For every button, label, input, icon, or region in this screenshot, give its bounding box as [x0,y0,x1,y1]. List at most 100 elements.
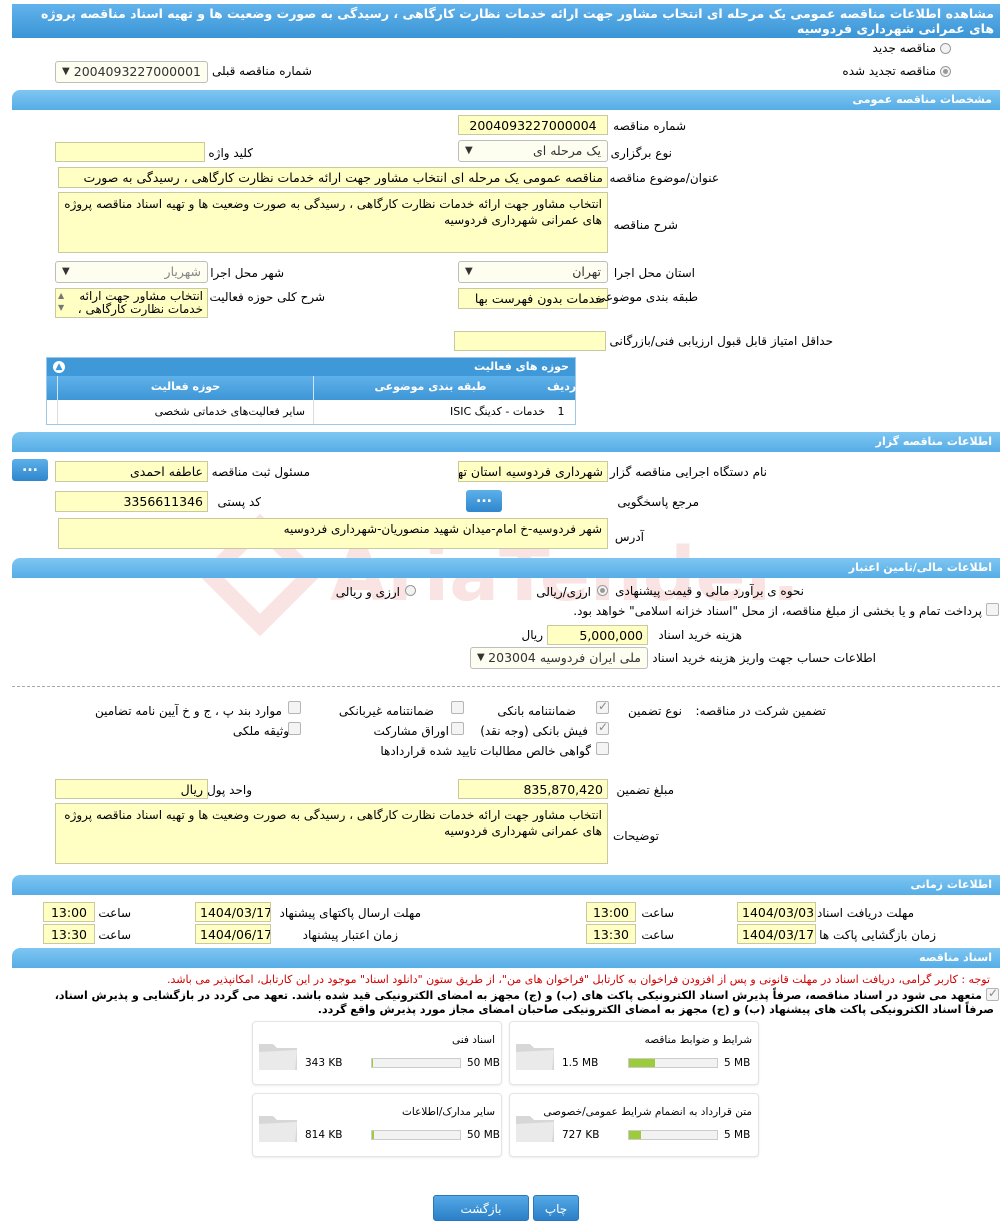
time-label-4: ساعت [98,928,131,942]
grid-cell-category: خدمات - کدینگ ISIC [313,400,547,424]
back-button[interactable]: بازگشت [433,1195,529,1221]
col-field: حوزه فعالیت [57,376,313,400]
section-documents-title: اسناد مناقصه [12,948,1000,968]
currency-field: ریال [55,779,208,799]
property-collateral-checkbox[interactable] [288,722,301,735]
bank-receipt-label: فیش بانکی (وجه نقد) [480,724,588,738]
grid-cell-field: سایر فعالیت‌های خدماتی شخصی [57,400,313,424]
keyword-field[interactable] [55,142,205,162]
doc-cost-field: 5,000,000 [547,625,648,645]
treasury-note: پرداخت تمام و یا بخشی از مبلغ مناقصه، از… [573,604,982,618]
account-select[interactable]: ▼ ملی ایران فردوسیه 203004 [470,647,648,669]
scroll-arrows-icon[interactable]: ▲ ▼ [58,290,64,314]
send-deadline-date: 1404/03/17 [195,902,271,922]
doc-card[interactable]: شرایط و ضوابط مناقصه 1.5 MB 5 MB [509,1021,759,1085]
treasury-checkbox[interactable] [986,603,999,616]
chevron-down-icon: ▼ [62,66,70,77]
participation-bonds-checkbox[interactable] [451,722,464,735]
items-bpjj-label: موارد بند پ ، ج و خ آیین نامه تضامین [94,704,282,718]
reference-label: مرجع پاسخگویی [617,495,699,509]
city-select[interactable]: ▼ شهریار [55,261,208,283]
activity-grid-title: حوزه های فعالیت ▲ [47,358,575,376]
postal-code-field: 3356611346 [55,491,208,512]
renewed-tender-label: مناقصه تجدید شده [842,64,936,78]
bank-receipt-checkbox[interactable] [596,720,609,735]
col-row: ردیف [547,380,577,393]
renewed-tender-radio[interactable] [940,66,951,77]
description-label: شرح مناقصه [613,218,678,232]
doc-card[interactable]: متن قرارداد به انضمام شرایط عمومی/خصوصی … [509,1093,759,1157]
holding-type-select[interactable]: ▼ یک مرحله ای [458,140,608,162]
reference-lookup-button[interactable]: ... [466,490,502,512]
opening-date: 1404/03/17 [737,924,816,944]
time-label-2: ساعت [98,906,131,920]
net-claims-checkbox[interactable] [596,742,609,755]
doc-size: 343 KB [305,1057,343,1069]
doc-cost-label: هزینه خرید اسناد [658,628,742,642]
validity-time: 13:30 [43,924,95,944]
print-button[interactable]: چاپ [533,1195,579,1221]
bank-guarantee-label: ضمانتنامه بانکی [497,704,576,718]
section-finance-title: اطلاعات مالی/تامین اعتبار [12,558,1000,578]
nonbank-guarantee-checkbox[interactable] [451,701,464,714]
doc-name: متن قرارداد به انضمام شرایط عمومی/خصوصی [543,1106,752,1118]
guarantee-notes-area: انتخاب مشاور جهت ارائه خدمات نظارت کارگا… [55,803,608,864]
registrar-lookup-button[interactable]: ... [12,459,48,481]
participation-bonds-label: اوراق مشارکت [373,724,449,738]
folder-icon [516,1044,554,1070]
tender-number-field: 2004093227000004 [458,115,608,135]
validity-label: زمان اعتبار پیشنهاد [302,928,398,942]
description-area: انتخاب مشاور جهت ارائه خدمات نظارت کارگا… [58,192,608,253]
property-collateral-label: وثیقه ملکی [232,724,289,738]
doc-size: 727 KB [562,1129,600,1141]
doc-card[interactable]: اسناد فنی 343 KB 50 MB [252,1021,502,1085]
address-area: شهر فردوسیه-خ امام-میدان شهید منصوریان-ش… [58,518,608,549]
category-label: طبقه بندی موضوعی [595,290,698,304]
folder-icon [259,1044,297,1070]
grid-cell-row: 1 [557,405,565,418]
commitment-line-2: صرفاً اسناد الکترونیکی پاکت های پیشنهاد … [317,1003,994,1016]
province-select[interactable]: ▼ تهران [458,261,608,283]
guarantee-notes-label: توضیحات [612,829,659,843]
category-field: خدمات بدون فهرست بها [458,288,608,309]
agency-field: شهرداری فردوسیه استان تهران [458,461,608,482]
net-claims-label: گواهی خالص مطالبات تایید شده قراردادها [380,744,591,758]
opening-label: زمان بازگشایی پاکت ها [819,928,936,942]
guarantee-type-label: نوع تضمین [628,704,682,718]
doc-progress [371,1130,461,1140]
registrar-field: عاطفه احمدی [55,461,208,482]
currency-label: واحد پول [207,783,252,797]
chevron-down-icon: ▼ [477,652,485,663]
receive-deadline-label: مهلت دریافت اسناد [816,906,914,920]
doc-name: شرایط و ضوابط مناقصه [644,1034,752,1046]
subject-field: مناقصه عمومی یک مرحله ای انتخاب مشاور جه… [58,167,608,188]
validity-date: 1404/06/17 [195,924,271,944]
page-title: مشاهده اطلاعات مناقصه عمومی یک مرحله ای … [12,4,1000,38]
send-deadline-label: مهلت ارسال پاکتهای پیشنهاد [279,906,421,920]
doc-card[interactable]: سایر مدارک/اطلاعات 814 KB 50 MB [252,1093,502,1157]
activity-grid: حوزه های فعالیت ▲ ردیف طبقه بندی موضوعی … [46,357,576,425]
commitment-checkbox[interactable] [986,986,999,1001]
col-category: طبقه بندی موضوعی [313,376,547,400]
divider [12,686,1000,687]
doc-progress [628,1130,718,1140]
prev-number-select[interactable]: ▼ 2004093227000001 [55,61,208,83]
section-organizer-title: اطلاعات مناقصه گزار [12,432,1000,452]
section-general-title: مشخصات مناقصه عمومی [12,90,1000,110]
fx-and-rial-radio[interactable] [405,585,416,596]
doc-cost-unit: ریال [521,628,543,642]
province-label: استان محل اجرا [613,266,695,280]
participation-guarantee-label: تضمین شرکت در مناقصه: [695,704,826,718]
items-bpjj-checkbox[interactable] [288,701,301,714]
doc-size: 1.5 MB [562,1057,599,1069]
bank-guarantee-checkbox[interactable] [596,699,609,714]
estimate-label: نحوه ی برآورد مالی و قیمت پیشنهادی [615,584,804,598]
chevron-down-icon: ▼ [62,266,70,277]
collapse-icon[interactable]: ▲ [53,361,65,373]
doc-progress [628,1058,718,1068]
rial-fx-radio[interactable] [597,585,608,596]
guarantee-amount-label: مبلغ تضمین [616,783,674,797]
new-tender-radio[interactable] [940,43,951,54]
doc-max-size: 50 MB [467,1057,500,1069]
folder-icon [259,1116,297,1142]
